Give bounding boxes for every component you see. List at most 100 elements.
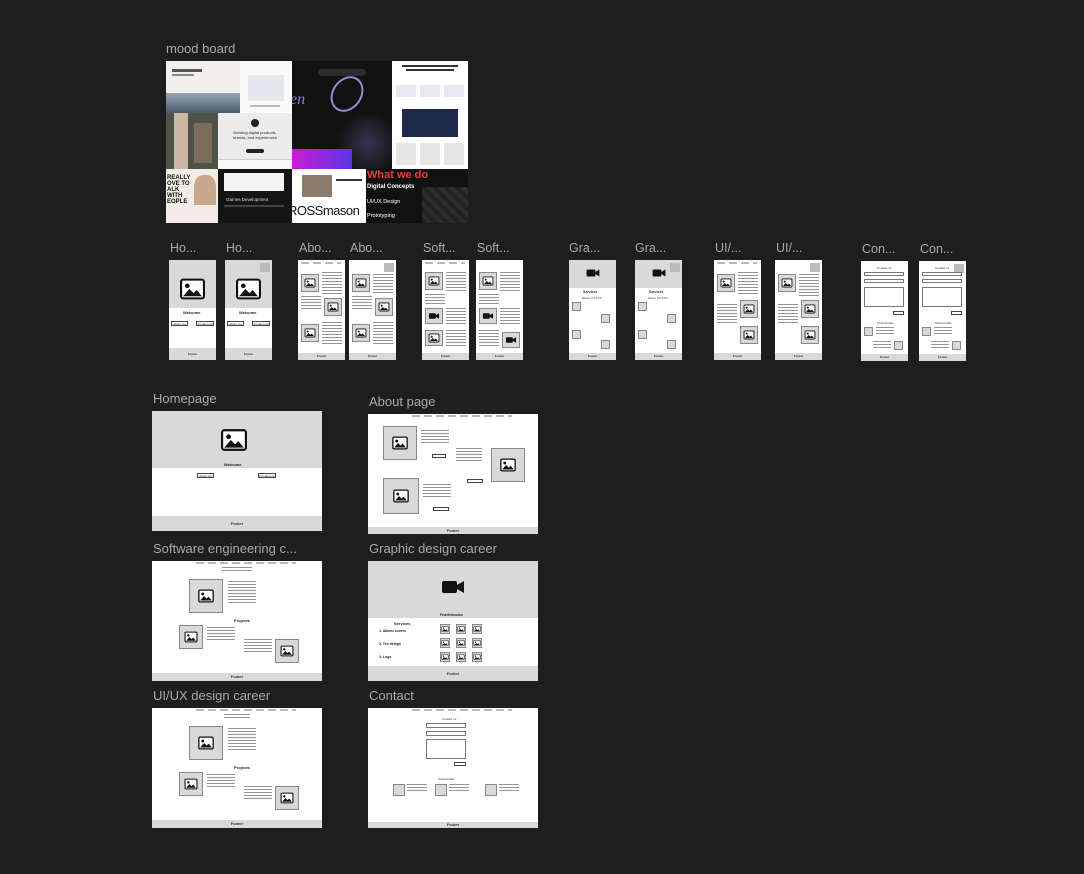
service-logo: 3. Logo [379, 655, 392, 659]
mobile-contact-1-label[interactable]: Con... [862, 242, 895, 257]
mobile-graphic-2-label[interactable]: Gra... [635, 241, 666, 256]
mobile-about-1-frame[interactable]: Footer [298, 260, 345, 360]
desktop-graphic-label[interactable]: Graphic design career [369, 541, 497, 556]
desktop-contact-frame[interactable]: Contact us Testimonials Footer [368, 708, 538, 828]
about-learn-button[interactable] [433, 507, 449, 511]
desktop-homepage-label[interactable]: Homepage [153, 391, 217, 406]
mobile-contact-2-frame[interactable]: Contact us Testimonials Footer [919, 261, 966, 361]
service-image [456, 624, 466, 634]
mobile-software-1-label[interactable]: Soft... [423, 241, 456, 256]
message-field[interactable] [922, 287, 962, 307]
mobile-uiux-2-label[interactable]: UI/... [776, 241, 802, 256]
video-icon [586, 268, 600, 278]
mood-tile-8: Games Development [218, 169, 292, 223]
desktop-homepage-frame[interactable]: Welcome About me Contact me Footer [152, 411, 322, 531]
about-me-button[interactable]: About me [171, 321, 188, 326]
mobile-home-1-label[interactable]: Ho... [170, 241, 196, 256]
projects-heading: Projects [234, 765, 250, 770]
ross-text: ROSSmason [292, 203, 360, 218]
email-field[interactable] [864, 279, 904, 283]
mobile-about-2-label[interactable]: Abo... [350, 241, 383, 256]
service-image [440, 652, 450, 662]
name-field[interactable] [922, 272, 962, 276]
mobile-uiux-1-frame[interactable]: Footer [714, 260, 761, 360]
mood-tile-7: REALLY OVE TO ALK WITH EOPLE [166, 169, 218, 223]
image-placeholder-icon [281, 646, 294, 657]
about-me-button[interactable]: About me [197, 473, 214, 478]
image-placeholder-icon [185, 632, 198, 643]
mood-tile-5 [166, 113, 218, 169]
mood-tile-10: What we do Digital Concepts UI/UX Design… [366, 169, 468, 223]
image-placeholder-icon [429, 334, 440, 343]
footer: Footer [349, 353, 396, 360]
mobile-software-2-frame[interactable]: Footer [476, 260, 523, 360]
image-placeholder-icon [305, 329, 316, 338]
email-field[interactable] [922, 279, 962, 283]
contact-me-button[interactable]: Contact me [258, 473, 276, 478]
footer: Footer [152, 516, 322, 531]
footer: Footer [225, 348, 272, 360]
image-placeholder-icon [474, 654, 481, 660]
contact-me-button[interactable]: Contact me [252, 321, 270, 326]
image-placeholder-icon [328, 303, 339, 312]
service-image [456, 652, 466, 662]
footer: Footer [152, 820, 322, 828]
contact-heading: Contact us [877, 266, 892, 270]
mobile-about-2-frame[interactable]: Footer [349, 260, 396, 360]
mobile-software-2-label[interactable]: Soft... [477, 241, 510, 256]
mood-board-collage[interactable]: en Building digital products, brands, an… [166, 61, 468, 223]
footer: Footer [368, 527, 538, 534]
about-more-button[interactable] [467, 479, 483, 483]
about-me-button[interactable]: About me [227, 321, 244, 326]
message-field[interactable] [864, 287, 904, 307]
contact-me-button[interactable]: Contact me [196, 321, 214, 326]
mobile-graphic-2-frame[interactable]: Services Name XX.XXX Footer [635, 260, 682, 360]
mobile-software-1-frame[interactable]: Footer [422, 260, 469, 360]
mobile-home-2-label[interactable]: Ho... [226, 241, 252, 256]
send-button[interactable] [893, 311, 904, 315]
mobile-home-2-frame[interactable]: Welcome About me Contact me Footer [225, 260, 272, 360]
mobile-home-1-frame[interactable]: Welcome About me Contact me Footer [169, 260, 216, 360]
desktop-graphic-frame[interactable]: Fedethbrooke Services 1. Album covers 2.… [368, 561, 538, 681]
send-button[interactable] [454, 762, 466, 766]
uiux-design-text: UI/UX Design [367, 199, 401, 205]
desktop-about-frame[interactable]: Footer [368, 414, 538, 534]
welcome-text: Welcome [183, 310, 201, 315]
send-button[interactable] [951, 311, 962, 315]
image-placeholder-icon [356, 279, 367, 288]
graphic-title: Fedethbrooke [440, 613, 464, 617]
name-field[interactable] [864, 272, 904, 276]
desktop-contact-label[interactable]: Contact [369, 688, 414, 703]
mood-tile-9: ROSSmason [292, 169, 366, 223]
message-field[interactable] [426, 739, 466, 759]
mobile-about-1-label[interactable]: Abo... [299, 241, 332, 256]
mobile-uiux-2-frame[interactable]: Footer [775, 260, 822, 360]
desktop-software-frame[interactable]: Projects Footer [152, 561, 322, 681]
mood-tile-3: en [292, 61, 392, 169]
mobile-graphic-1-frame[interactable]: Services Name XX.XXX Footer [569, 260, 616, 360]
contact-heading: Contact us [935, 266, 950, 270]
name-field[interactable] [426, 723, 466, 728]
mobile-uiux-1-label[interactable]: UI/... [715, 241, 741, 256]
image-placeholder-icon [474, 626, 481, 632]
desktop-uiux-frame[interactable]: Projects Footer [152, 708, 322, 828]
desktop-uiux-label[interactable]: UI/UX design career [153, 688, 270, 703]
testimonials-heading: Testimonials [935, 321, 952, 325]
video-icon [652, 268, 666, 278]
mood-board-label[interactable]: mood board [166, 41, 235, 56]
image-placeholder-icon [221, 429, 247, 451]
email-field[interactable] [426, 731, 466, 736]
desktop-software-label[interactable]: Software engineering c... [153, 541, 297, 556]
footer: Footer [775, 353, 822, 360]
image-placeholder-icon [379, 303, 390, 312]
about-read-more-button[interactable] [432, 454, 446, 458]
mobile-contact-1-frame[interactable]: Contact us Testimonials Footer [861, 261, 908, 361]
welcome-text: Welcome [239, 310, 257, 315]
mobile-contact-2-label[interactable]: Con... [920, 242, 953, 257]
image-placeholder-icon [198, 590, 214, 603]
mood-tile-4 [392, 61, 468, 169]
mobile-graphic-1-label[interactable]: Gra... [569, 241, 600, 256]
video-icon [506, 336, 517, 344]
footer: Footer [569, 353, 616, 360]
desktop-about-label[interactable]: About page [369, 394, 436, 409]
